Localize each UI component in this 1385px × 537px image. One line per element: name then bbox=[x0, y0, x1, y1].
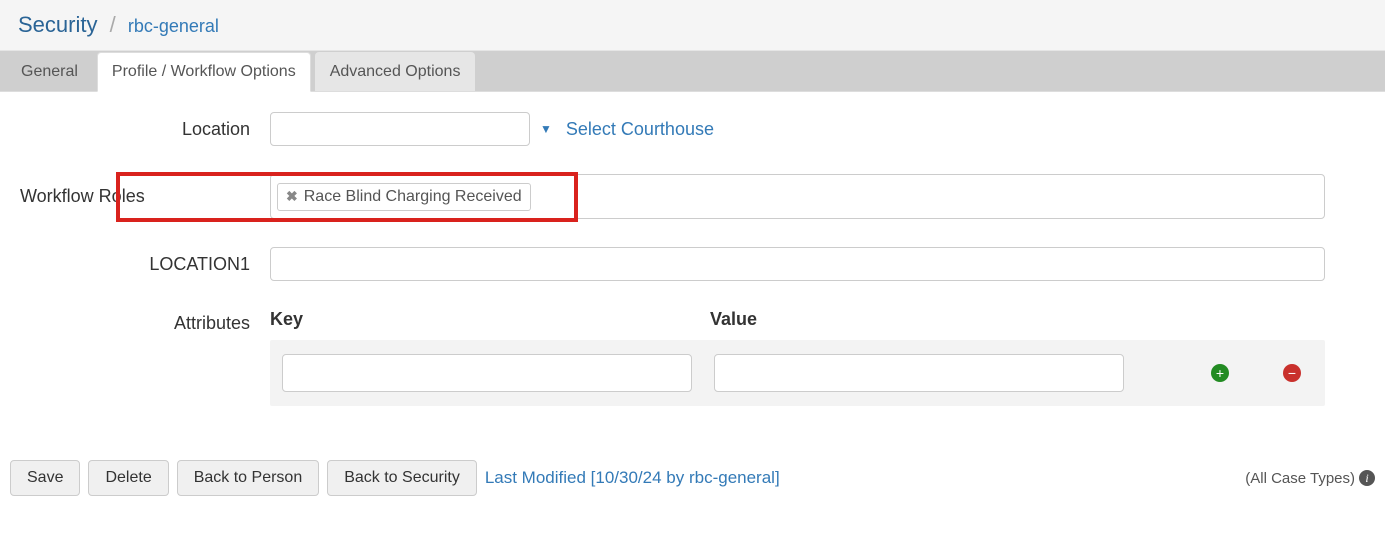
tab-advanced[interactable]: Advanced Options bbox=[315, 52, 476, 91]
add-icon[interactable]: + bbox=[1211, 364, 1229, 382]
tab-profile-workflow[interactable]: Profile / Workflow Options bbox=[97, 52, 311, 92]
attribute-row: + − bbox=[270, 340, 1325, 406]
location1-label: LOCATION1 bbox=[10, 254, 270, 275]
location-label: Location bbox=[10, 119, 270, 140]
tab-bar: General Profile / Workflow Options Advan… bbox=[0, 51, 1385, 92]
info-icon[interactable]: i bbox=[1359, 470, 1375, 486]
workflow-roles-row: Workflow Roles ✖ Race Blind Charging Rec… bbox=[10, 174, 1375, 219]
location1-row: LOCATION1 bbox=[10, 247, 1375, 281]
select-courthouse-link[interactable]: Select Courthouse bbox=[566, 119, 714, 140]
workflow-role-chip: ✖ Race Blind Charging Received bbox=[277, 183, 531, 211]
attributes-row: Attributes Key Value + − bbox=[10, 309, 1375, 406]
attributes-label: Attributes bbox=[10, 309, 270, 334]
back-to-person-button[interactable]: Back to Person bbox=[177, 460, 320, 496]
value-header: Value bbox=[710, 309, 1325, 330]
key-header: Key bbox=[270, 309, 710, 330]
attribute-value-input[interactable] bbox=[714, 354, 1124, 392]
save-button[interactable]: Save bbox=[10, 460, 80, 496]
location-row: Location ▼ Select Courthouse bbox=[10, 112, 1375, 146]
form-area: Location ▼ Select Courthouse Workflow Ro… bbox=[0, 92, 1385, 416]
chip-label: Race Blind Charging Received bbox=[304, 188, 522, 206]
header-bar: Security / rbc-general bbox=[0, 0, 1385, 51]
footer: Save Delete Back to Person Back to Secur… bbox=[0, 446, 1385, 510]
breadcrumb-separator: / bbox=[110, 12, 116, 37]
breadcrumb-root[interactable]: Security bbox=[18, 12, 97, 37]
last-modified-link[interactable]: Last Modified [10/30/24 by rbc-general] bbox=[485, 468, 780, 488]
location1-input[interactable] bbox=[270, 247, 1325, 281]
delete-button[interactable]: Delete bbox=[88, 460, 168, 496]
caret-down-icon[interactable]: ▼ bbox=[540, 122, 552, 136]
workflow-roles-label: Workflow Roles bbox=[10, 174, 270, 219]
remove-icon[interactable]: − bbox=[1283, 364, 1301, 382]
location-input[interactable] bbox=[270, 112, 530, 146]
attribute-key-input[interactable] bbox=[282, 354, 692, 392]
tab-general[interactable]: General bbox=[6, 52, 93, 91]
case-types-label: (All Case Types) bbox=[1245, 470, 1355, 487]
workflow-roles-field[interactable]: ✖ Race Blind Charging Received bbox=[270, 174, 1325, 219]
breadcrumb-current[interactable]: rbc-general bbox=[128, 16, 219, 36]
breadcrumb: Security / rbc-general bbox=[18, 12, 1367, 38]
remove-chip-icon[interactable]: ✖ bbox=[286, 188, 298, 205]
back-to-security-button[interactable]: Back to Security bbox=[327, 460, 477, 496]
